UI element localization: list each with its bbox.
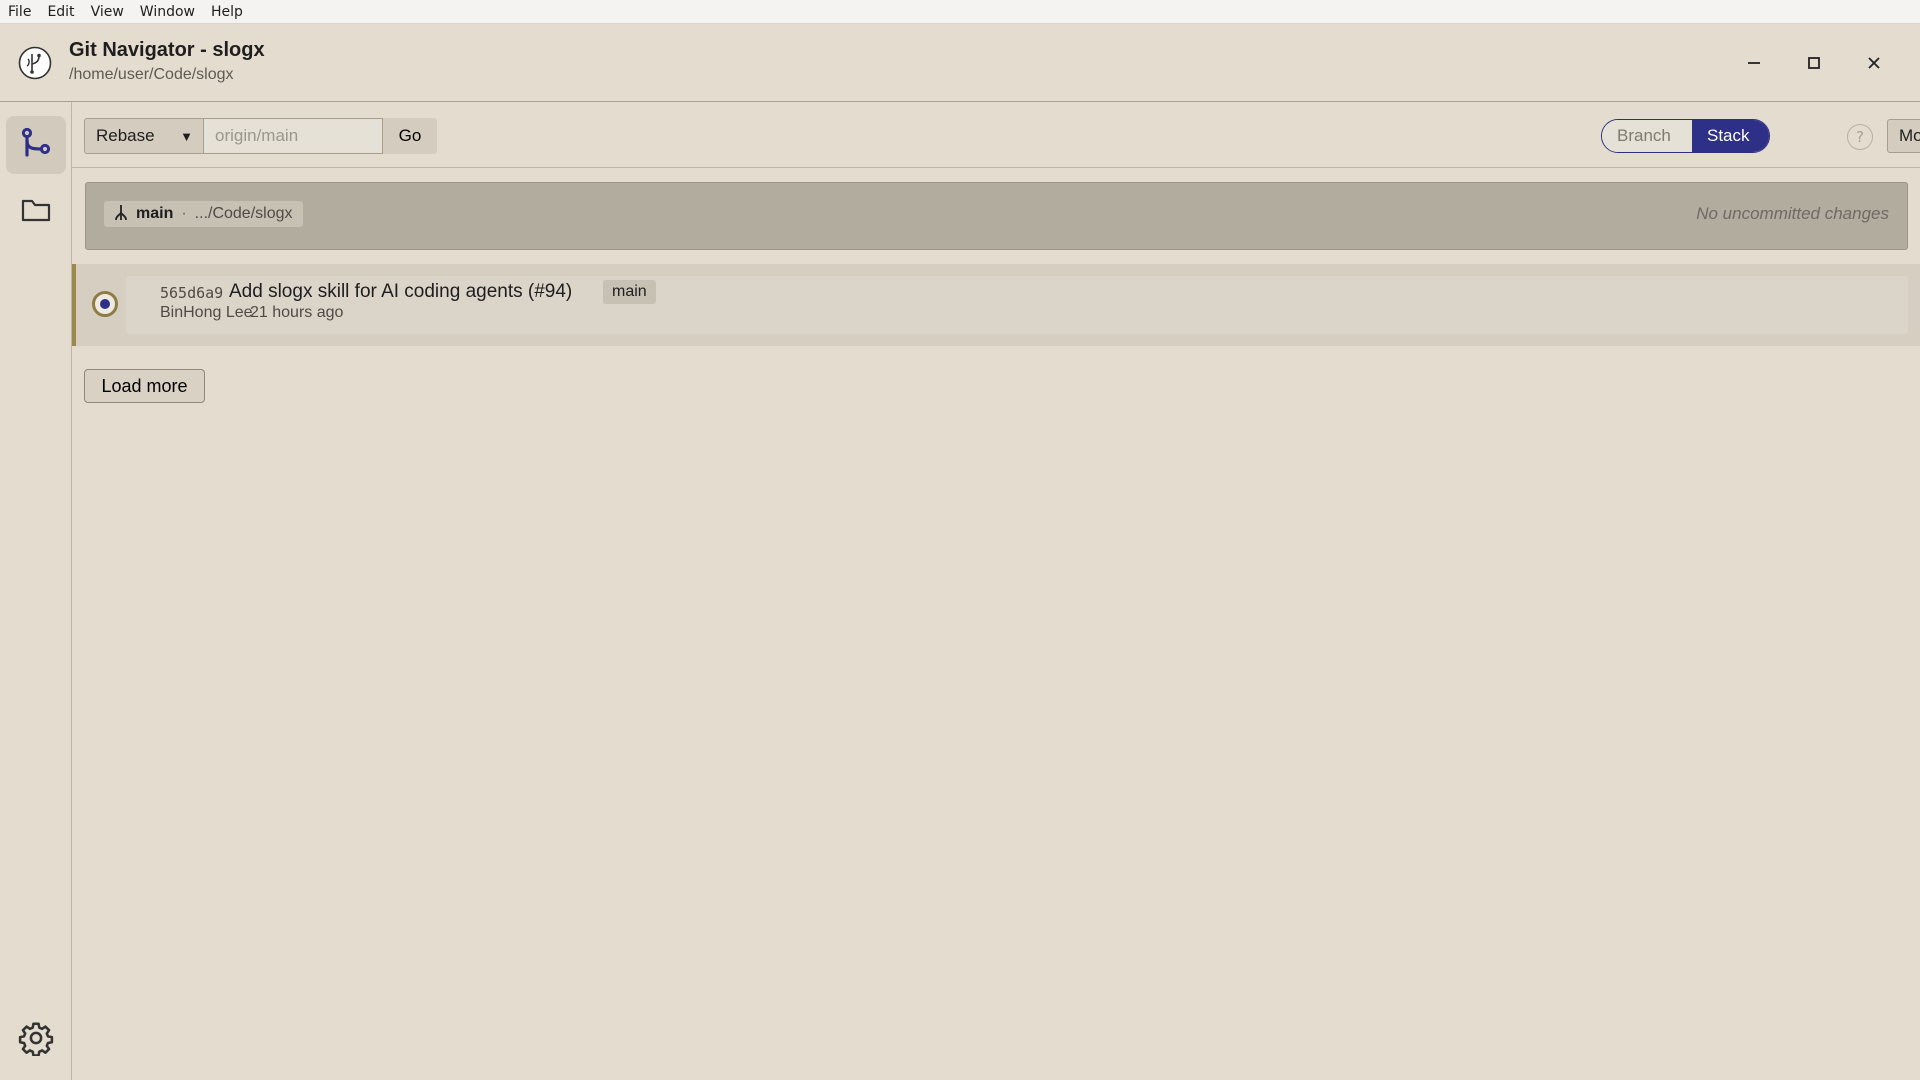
toolbar: Rebase ▼ Go Branch Stack ? More — [72, 102, 1920, 168]
title-bar: Git Navigator - slogx /home/user/Code/sl… — [0, 24, 1920, 102]
dropdown-caret-icon: ▼ — [180, 129, 193, 144]
current-branch-chip: main · .../Code/slogx — [104, 201, 303, 227]
go-button[interactable]: Go — [383, 118, 437, 154]
uncommitted-status: No uncommitted changes — [1696, 204, 1889, 223]
view-stack-button[interactable]: Stack — [1692, 120, 1769, 152]
git-branch-icon — [18, 125, 54, 165]
mode-select-value: Rebase — [96, 126, 155, 145]
commit-ref-badge: main — [603, 280, 656, 304]
menu-help[interactable]: Help — [203, 0, 251, 24]
commit-dot — [100, 299, 110, 309]
maximize-icon[interactable] — [1799, 48, 1829, 78]
view-branch-button[interactable]: Branch — [1602, 120, 1692, 152]
more-label: More — [1899, 126, 1920, 145]
commit-author: BinHong Lee — [160, 304, 253, 321]
more-menu-button[interactable]: More — [1887, 119, 1920, 153]
menu-view[interactable]: View — [83, 0, 132, 24]
commit-message: Add slogx skill for AI coding agents (#9… — [229, 281, 573, 302]
menu-edit[interactable]: Edit — [39, 0, 82, 24]
sidebar-item-files[interactable] — [6, 183, 66, 241]
window-title: Git Navigator - slogx — [69, 39, 265, 61]
repo-path: /home/user/Code/slogx — [69, 66, 234, 83]
menu-bar: File Edit View Window Help — [0, 0, 1920, 24]
working-copy-panel[interactable]: main · .../Code/slogx No uncommitted cha… — [85, 182, 1908, 250]
mode-select[interactable]: Rebase ▼ — [84, 118, 204, 154]
branch-fork-icon — [114, 203, 128, 226]
commit-row[interactable]: 565d6a9 Add slogx skill for AI coding ag… — [72, 264, 1920, 346]
commit-hash: 565d6a9 — [160, 284, 224, 302]
chip-separator: · — [181, 205, 187, 222]
settings-button[interactable] — [14, 1018, 58, 1062]
view-toggle: Branch Stack — [1601, 119, 1770, 153]
current-branch-name: main — [136, 205, 174, 222]
worktree-path: .../Code/slogx — [194, 205, 293, 222]
sidebar-item-graph[interactable] — [6, 116, 66, 174]
sidebar — [0, 102, 72, 1080]
folder-icon — [20, 194, 52, 230]
load-more-button[interactable]: Load more — [84, 369, 205, 403]
git-navigator-logo-icon — [18, 46, 52, 80]
minimize-icon[interactable] — [1739, 48, 1769, 78]
target-ref-input[interactable] — [203, 118, 383, 154]
close-icon[interactable] — [1859, 48, 1889, 78]
menu-window[interactable]: Window — [132, 0, 203, 24]
commit-selected-radio[interactable] — [92, 291, 118, 317]
help-button[interactable]: ? — [1847, 124, 1873, 150]
gear-icon — [18, 1020, 54, 1060]
menu-file[interactable]: File — [0, 0, 39, 24]
commit-time: 21 hours ago — [250, 304, 344, 321]
